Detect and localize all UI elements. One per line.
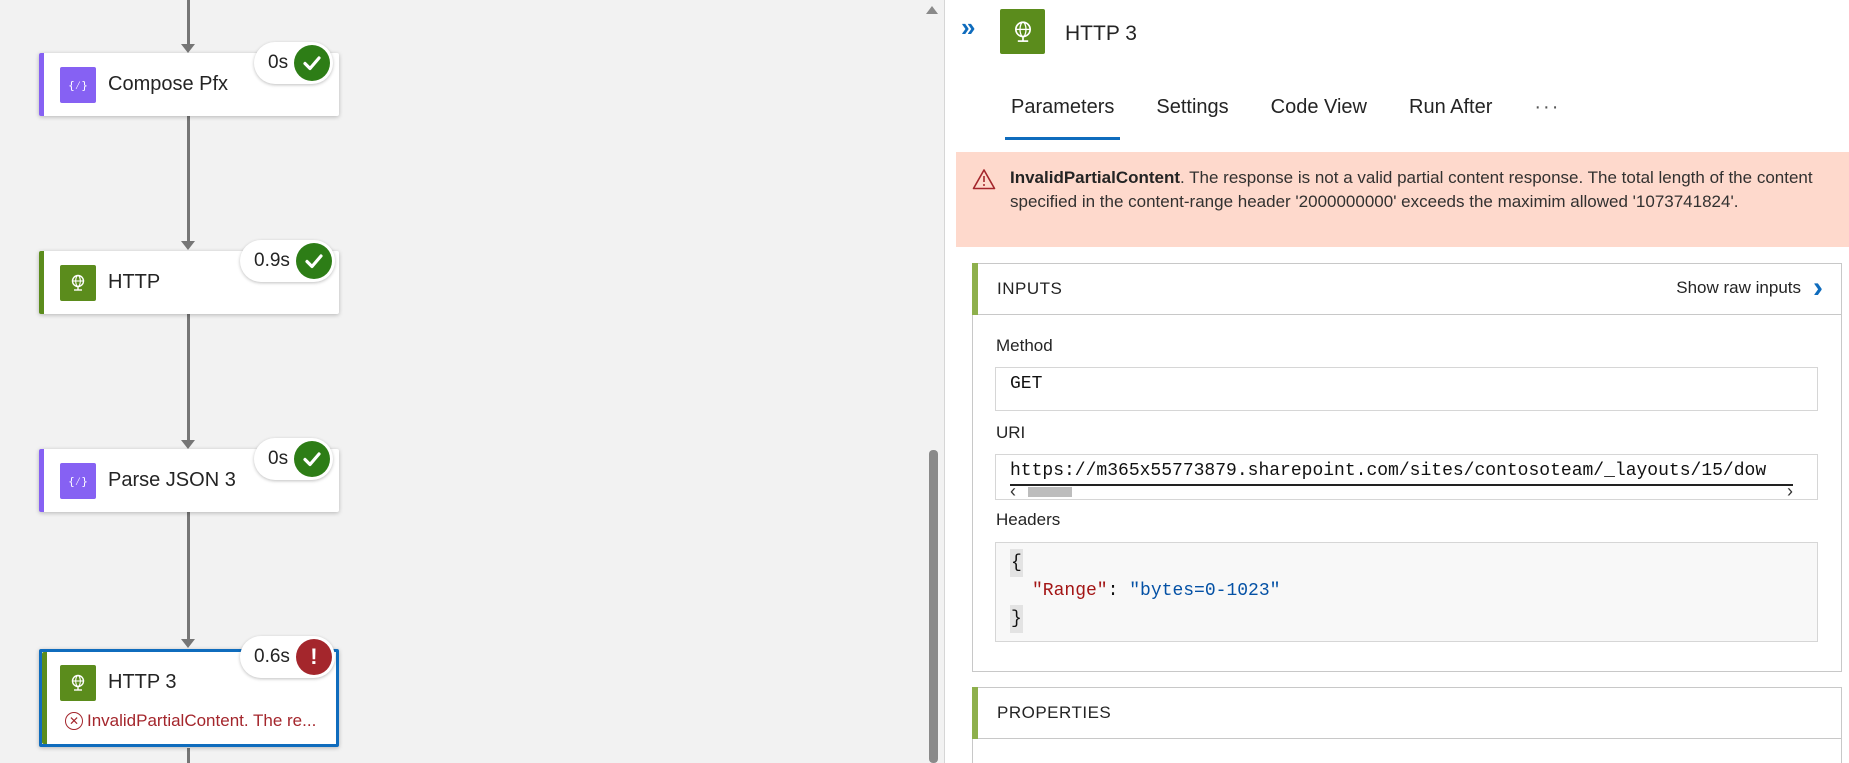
error-code: InvalidPartialContent [1010,168,1181,187]
http-globe-icon [60,665,96,701]
success-check-icon [294,441,331,477]
tab-code-view[interactable]: Code View [1265,90,1373,140]
connector-line [187,511,190,639]
connector-line [187,0,190,44]
compose-icon: {⁄} [60,67,96,103]
card-accent-bar [39,449,44,512]
action-name: HTTP 3 [108,671,177,693]
uri-value: https://m365x55773879.sharepoint.com/sit… [1010,461,1767,481]
action-name: Compose Pfx [108,73,229,95]
uri-horizontal-scrollbar[interactable]: ‹ › [1010,481,1793,502]
connector-arrow [181,440,195,449]
error-exclamation-icon: ! [295,639,332,675]
method-label: Method [996,336,1053,355]
header-key: "Range" [1032,581,1108,601]
header-value: "bytes=0-1023" [1129,581,1281,601]
duration-text: 0.6s [254,646,290,667]
action-name: Parse JSON 3 [108,469,236,491]
success-check-icon [294,45,331,81]
run-duration-badge: 0s [254,438,334,480]
warning-triangle-icon [972,168,996,197]
uri-value-field[interactable]: https://m365x55773879.sharepoint.com/sit… [995,454,1818,502]
duration-text: 0.9s [254,250,290,271]
run-duration-badge: 0s [254,42,334,84]
card-accent-bar [42,652,47,744]
http-globe-icon [60,265,96,301]
section-accent [972,263,978,315]
compose-icon: {⁄} [60,463,96,499]
properties-section: PROPERTIES [972,687,1842,763]
action-name: HTTP [108,271,161,293]
connector-arrow [181,44,195,53]
scroll-left-arrow-icon[interactable]: ‹ [1010,481,1016,502]
json-close-brace: } [1010,605,1023,633]
svg-text:{⁄}: {⁄} [68,475,88,488]
json-separator: : [1107,581,1130,601]
uri-label: URI [996,423,1026,442]
duration-text: 0s [268,448,289,469]
action-details-panel: » HTTP 3 Parameters Settings Code View R… [944,0,1849,763]
show-raw-inputs-label: Show raw inputs [1676,278,1801,297]
canvas-scrollbar[interactable] [920,0,944,763]
tab-run-after[interactable]: Run After [1403,90,1498,140]
run-duration-badge: 0.9s [240,240,335,282]
error-preview-text: InvalidPartialContent. The re... [87,711,317,730]
tab-settings[interactable]: Settings [1150,90,1234,140]
more-tabs-ellipsis-icon[interactable]: ··· [1528,90,1566,140]
scrollbar-track [1010,484,1793,486]
http-globe-icon [1000,9,1045,54]
collapse-panel-chevron-icon[interactable]: » [961,14,975,40]
json-open-brace: { [1010,549,1023,577]
run-duration-badge: 0.6s ! [240,636,335,678]
method-value-field[interactable]: GET [995,367,1818,411]
error-banner: InvalidPartialContent. The response is n… [956,152,1849,247]
duration-text: 0s [268,52,289,73]
svg-text:{⁄}: {⁄} [68,79,88,92]
card-accent-bar [39,251,44,314]
scrollbar-thumb[interactable] [1028,487,1072,497]
tab-parameters[interactable]: Parameters [1005,90,1121,140]
method-value: GET [1010,374,1043,394]
scrollbar-thumb[interactable] [929,450,938,763]
connector-line [187,313,190,440]
section-accent [972,687,978,739]
connector-line [187,748,190,763]
show-raw-inputs-link[interactable]: Show raw inputs › [1676,271,1823,304]
success-check-icon [295,243,332,279]
inputs-section: INPUTS Show raw inputs › Method GET URI … [972,263,1842,672]
properties-heading[interactable]: PROPERTIES [973,688,1841,739]
panel-title[interactable]: HTTP 3 [1065,22,1137,46]
action-error-preview: ✕ InvalidPartialContent. The re... [65,711,316,731]
workflow-canvas[interactable]: {⁄} Compose Pfx 0s HTTP 0.9s {⁄} Parse J… [0,0,920,763]
scroll-right-arrow-icon[interactable]: › [1787,481,1793,502]
connector-arrow [181,241,195,250]
chevron-right-icon: › [1813,271,1823,304]
card-accent-bar [39,53,44,116]
error-circle-icon: ✕ [65,712,83,730]
scroll-up-arrow-icon[interactable] [926,6,938,14]
panel-tabs: Parameters Settings Code View Run After … [1005,90,1596,140]
headers-value-field[interactable]: { "Range": "bytes=0-1023" } [995,542,1818,642]
connector-arrow [181,639,195,648]
headers-label: Headers [996,510,1061,529]
connector-line [187,115,190,241]
